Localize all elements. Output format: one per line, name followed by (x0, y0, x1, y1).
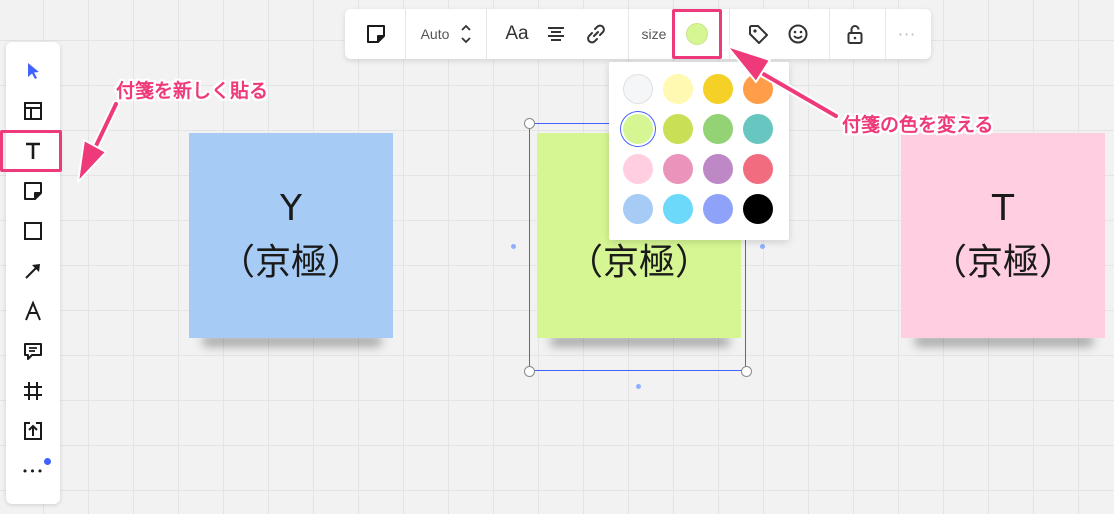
font-size-select[interactable]: Auto (413, 9, 481, 59)
resize-handle-bottom-right[interactable] (741, 366, 752, 377)
font-style-label: Aa (505, 23, 529, 44)
color-swatch[interactable] (703, 74, 733, 104)
connector-dot-right[interactable] (760, 244, 765, 249)
text-tool[interactable] (13, 134, 53, 168)
color-picker-button[interactable] (675, 9, 719, 59)
resize-handle-bottom-left[interactable] (524, 366, 535, 377)
color-swatch[interactable] (703, 154, 733, 184)
color-swatch[interactable] (623, 114, 653, 144)
annotation-change-color: 付箋の色を変える (842, 114, 994, 136)
color-swatch[interactable] (743, 194, 773, 224)
sticky-note-line1: T (992, 187, 1014, 229)
font-style-button[interactable]: Aa (497, 9, 537, 59)
sticky-note-icon (367, 25, 385, 43)
text-icon (26, 142, 40, 159)
frame-icon (24, 382, 42, 400)
color-swatch[interactable] (703, 114, 733, 144)
color-swatch[interactable] (623, 194, 653, 224)
sticky-note-y[interactable]: Y （京極） (189, 133, 393, 338)
color-swatch[interactable] (623, 74, 653, 104)
color-swatch[interactable] (663, 194, 693, 224)
cursor-icon (28, 63, 39, 79)
left-toolbar: ••• (6, 42, 60, 504)
annotation-add-sticky: 付箋を新しく貼る (116, 80, 269, 102)
reaction-button[interactable] (781, 9, 815, 59)
select-tool[interactable] (13, 54, 53, 88)
sticky-note-icon (24, 182, 42, 200)
sticky-note-t[interactable]: T （京極） (901, 133, 1105, 338)
comment-icon (24, 343, 42, 360)
comment-tool[interactable] (13, 334, 53, 368)
color-swatch[interactable] (743, 154, 773, 184)
more-options-button[interactable]: ··· (890, 9, 924, 59)
pen-icon (25, 300, 41, 321)
link-button[interactable] (579, 9, 613, 59)
frame-tool[interactable] (13, 374, 53, 408)
color-swatch[interactable] (663, 154, 693, 184)
size-text: size (641, 26, 667, 42)
notification-dot (44, 458, 51, 465)
align-center-icon (548, 27, 564, 41)
color-swatch[interactable] (743, 114, 773, 144)
more-dots-icon: ••• (21, 464, 45, 478)
color-swatch[interactable] (663, 74, 693, 104)
tag-button[interactable] (741, 9, 775, 59)
square-icon (24, 222, 42, 240)
sticky-shape-button[interactable] (355, 9, 397, 59)
upload-icon (24, 422, 42, 440)
link-icon (587, 24, 605, 44)
resize-handle-top-left[interactable] (524, 118, 535, 129)
sticky-note-line2: （京極） (566, 241, 711, 283)
current-color-swatch (686, 23, 708, 45)
arrow-to-sticky-tool (77, 100, 120, 183)
emoji-icon (788, 24, 808, 44)
more-dots-icon: ··· (897, 24, 917, 44)
shape-tool[interactable] (13, 214, 53, 248)
stepper-icon (461, 24, 472, 44)
sticky-note-line2: （京極） (218, 241, 363, 283)
arrow-icon (25, 264, 40, 279)
lock-button[interactable] (838, 9, 872, 59)
sticky-note-line2: （京極） (930, 241, 1075, 283)
color-swatch[interactable] (743, 74, 773, 104)
upload-tool[interactable] (13, 414, 53, 448)
connector-dot-left[interactable] (511, 244, 516, 249)
arrow-tool[interactable] (13, 254, 53, 288)
sticky-note-line1: Y (280, 187, 302, 229)
size-label: size (637, 9, 671, 59)
sticky-note-tool[interactable] (13, 174, 53, 208)
template-icon (24, 102, 42, 120)
color-swatch[interactable] (623, 154, 653, 184)
tag-icon (749, 25, 768, 44)
font-size-value: Auto (420, 26, 450, 42)
template-tool[interactable] (13, 94, 53, 128)
connector-dot-bottom[interactable] (636, 384, 641, 389)
color-swatch[interactable] (663, 114, 693, 144)
color-palette-dropdown (609, 62, 789, 240)
color-swatch[interactable] (703, 194, 733, 224)
text-align-button[interactable] (539, 9, 573, 59)
pen-tool[interactable] (13, 294, 53, 328)
unlock-icon (847, 25, 863, 44)
context-toolbar: Auto Aa size ··· (345, 9, 931, 59)
